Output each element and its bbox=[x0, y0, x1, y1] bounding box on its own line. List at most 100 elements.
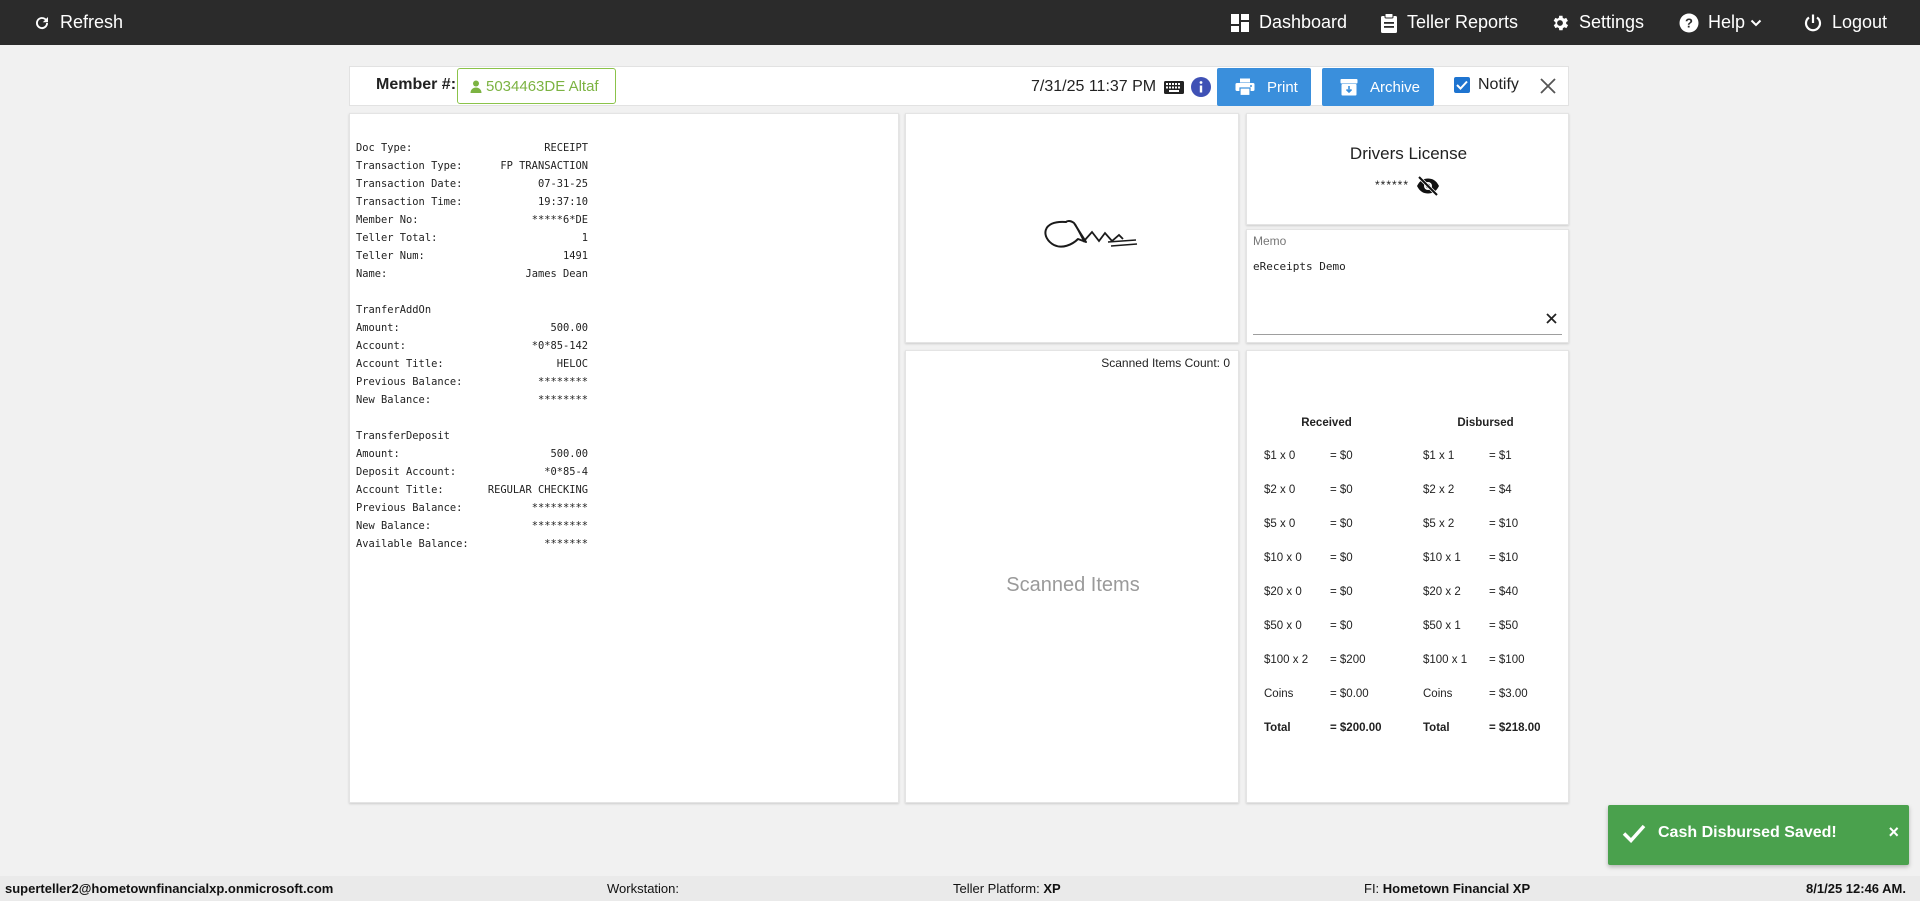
memo-value[interactable]: eReceipts Demo bbox=[1253, 260, 1346, 273]
receipt-line: Teller Total: 1 bbox=[356, 229, 588, 247]
print-button[interactable]: Print bbox=[1217, 68, 1311, 106]
help-menu[interactable]: ? Help bbox=[1679, 0, 1762, 45]
receipt-line: Available Balance: ******* bbox=[356, 535, 588, 553]
receipt-line: Account: *0*85-142 bbox=[356, 337, 588, 355]
receipt-line: TransferDeposit bbox=[356, 427, 588, 445]
receipt-line-label: Account: bbox=[356, 340, 407, 352]
checkmark-icon bbox=[1622, 824, 1646, 843]
power-icon bbox=[1804, 14, 1822, 31]
signature-panel bbox=[905, 113, 1239, 343]
cash-row: $100 x 2 = $200 $100 x 1 = $100 bbox=[1264, 643, 1559, 677]
member-chip-text: 5034463DE Altaf bbox=[486, 77, 599, 95]
receipt-spacer bbox=[356, 283, 588, 301]
memo-field[interactable]: Memo eReceipts Demo bbox=[1246, 229, 1569, 343]
refresh-label: Refresh bbox=[60, 12, 124, 32]
receipt-line-value: *****6*DE bbox=[531, 214, 588, 226]
disbursed-amount: = $10 bbox=[1489, 518, 1519, 530]
notify-checkbox[interactable]: Notify bbox=[1454, 76, 1519, 94]
platform-label: Teller Platform: bbox=[953, 881, 1040, 896]
receipt-line-value: 19:37:10 bbox=[537, 196, 588, 208]
toast-message: Cash Disbursed Saved! bbox=[1658, 824, 1837, 841]
receipt-line-value: ********* bbox=[531, 520, 588, 532]
refresh-icon bbox=[36, 16, 49, 29]
receipt-line: New Balance: ********* bbox=[356, 517, 588, 535]
help-label: Help bbox=[1708, 12, 1746, 32]
cash-row: $10 x 0 = $0 $10 x 1 = $10 bbox=[1264, 541, 1559, 575]
clear-icon[interactable] bbox=[1546, 313, 1557, 324]
receipt-line-label: New Balance: bbox=[356, 520, 432, 532]
disbursed-amount: = $40 bbox=[1489, 586, 1519, 598]
disbursed-header: Disbursed bbox=[1457, 417, 1514, 429]
receipt-line: Doc Type: RECEIPT bbox=[356, 139, 588, 157]
receipt-line-value: ******** bbox=[537, 394, 588, 406]
receipt-line: Member No: *****6*DE bbox=[356, 211, 588, 229]
receipt-line-label: Teller Num: bbox=[356, 250, 425, 262]
fi-value: Hometown Financial XP bbox=[1382, 881, 1531, 896]
keyboard-icon[interactable] bbox=[1164, 81, 1184, 94]
receipt-line-value: *0*85-142 bbox=[531, 340, 588, 352]
dashboard-nav[interactable]: Dashboard bbox=[1230, 0, 1347, 45]
archive-button[interactable]: Archive bbox=[1322, 68, 1434, 106]
receipt-line-value: FP TRANSACTION bbox=[500, 160, 588, 172]
receipt-line-label: Deposit Account: bbox=[356, 466, 457, 478]
receipt-line: New Balance: ******** bbox=[356, 391, 588, 409]
clipboard-icon bbox=[1381, 12, 1397, 33]
refresh-button[interactable]: Refresh bbox=[33, 0, 123, 45]
cash-table-header: Received Disbursed bbox=[1264, 417, 1559, 434]
receipt-line-label: Amount: bbox=[356, 322, 400, 334]
receipt-line-value: ********* bbox=[531, 502, 588, 514]
settings-label: Settings bbox=[1579, 12, 1645, 32]
toast-close-button[interactable]: × bbox=[1888, 822, 1899, 843]
footer-platform: Teller Platform: XP bbox=[953, 881, 1061, 896]
receipt-line-value: *0*85-4 bbox=[544, 466, 588, 478]
received-total-amount: = $200.00 bbox=[1330, 722, 1382, 734]
logout-button[interactable]: Logout bbox=[1803, 0, 1887, 45]
disbursed-denomination: $100 x 1 bbox=[1423, 654, 1468, 666]
receipt-line-label: Available Balance: bbox=[356, 538, 469, 550]
info-icon[interactable] bbox=[1191, 77, 1211, 97]
receipt-line: Transaction Date: 07-31-25 bbox=[356, 175, 588, 193]
member-chip[interactable]: 5034463DE Altaf bbox=[457, 68, 616, 104]
eye-slash-icon[interactable] bbox=[1416, 176, 1440, 196]
received-denomination: $5 x 0 bbox=[1264, 518, 1296, 530]
footer-datetime: 8/1/25 12:46 AM. bbox=[1806, 881, 1906, 896]
printer-icon bbox=[1235, 78, 1255, 96]
receipt-line-label: Doc Type: bbox=[356, 142, 413, 154]
received-amount: = $200 bbox=[1330, 654, 1366, 666]
receipt-line-label: TranferAddOn bbox=[356, 304, 432, 316]
drivers-license-title: Drivers License bbox=[1349, 144, 1468, 163]
logout-label: Logout bbox=[1832, 12, 1888, 32]
received-denomination: $100 x 2 bbox=[1264, 654, 1309, 666]
status-footer: superteller2@hometownfinancialxp.onmicro… bbox=[0, 876, 1920, 901]
disbursed-denomination: $2 x 2 bbox=[1423, 484, 1455, 496]
top-navbar: Refresh Dashboard Teller Reports Setting… bbox=[0, 0, 1920, 45]
settings-nav[interactable]: Settings bbox=[1550, 0, 1644, 45]
scanned-items-count: Scanned Items Count: 0 bbox=[1101, 356, 1230, 370]
receipt-line: Name: James Dean bbox=[356, 265, 588, 283]
teller-reports-nav[interactable]: Teller Reports bbox=[1380, 0, 1518, 45]
scanned-items-panel: Scanned Items Count: 0 Scanned Items bbox=[905, 350, 1239, 803]
disbursed-amount: = $1 bbox=[1489, 450, 1512, 462]
cash-total-row: Total = $200.00 Total = $218.00 bbox=[1264, 711, 1559, 745]
receipt-line-value: RECEIPT bbox=[544, 142, 588, 154]
close-icon[interactable] bbox=[1539, 77, 1557, 95]
dashboard-label: Dashboard bbox=[1259, 12, 1348, 32]
dashboard-icon bbox=[1231, 13, 1249, 32]
receipt-line-value: James Dean bbox=[525, 268, 588, 280]
disbursed-amount: = $50 bbox=[1489, 620, 1519, 632]
received-amount: = $0 bbox=[1330, 484, 1353, 496]
receipt-line-label: Transaction Date: bbox=[356, 178, 463, 190]
receipt-line: Previous Balance: ********* bbox=[356, 499, 588, 517]
memo-underline bbox=[1253, 334, 1562, 335]
scanned-items-title: Scanned Items bbox=[1006, 574, 1140, 596]
received-header: Received bbox=[1301, 417, 1352, 429]
member-number-label: Member #: bbox=[376, 76, 457, 93]
receipt-line: Deposit Account: *0*85-4 bbox=[356, 463, 588, 481]
cash-summary-panel: Received Disbursed $1 x 0 = $0 $1 x 1 = $1 $… bbox=[1246, 350, 1569, 803]
checkbox-checked-icon bbox=[1454, 77, 1470, 93]
disbursed-denomination: $50 x 1 bbox=[1423, 620, 1461, 632]
teller-reports-label: Teller Reports bbox=[1407, 12, 1519, 32]
received-amount: = $0 bbox=[1330, 450, 1353, 462]
platform-value: XP bbox=[1043, 881, 1061, 896]
receipt-line: Transaction Type: FP TRANSACTION bbox=[356, 157, 588, 175]
